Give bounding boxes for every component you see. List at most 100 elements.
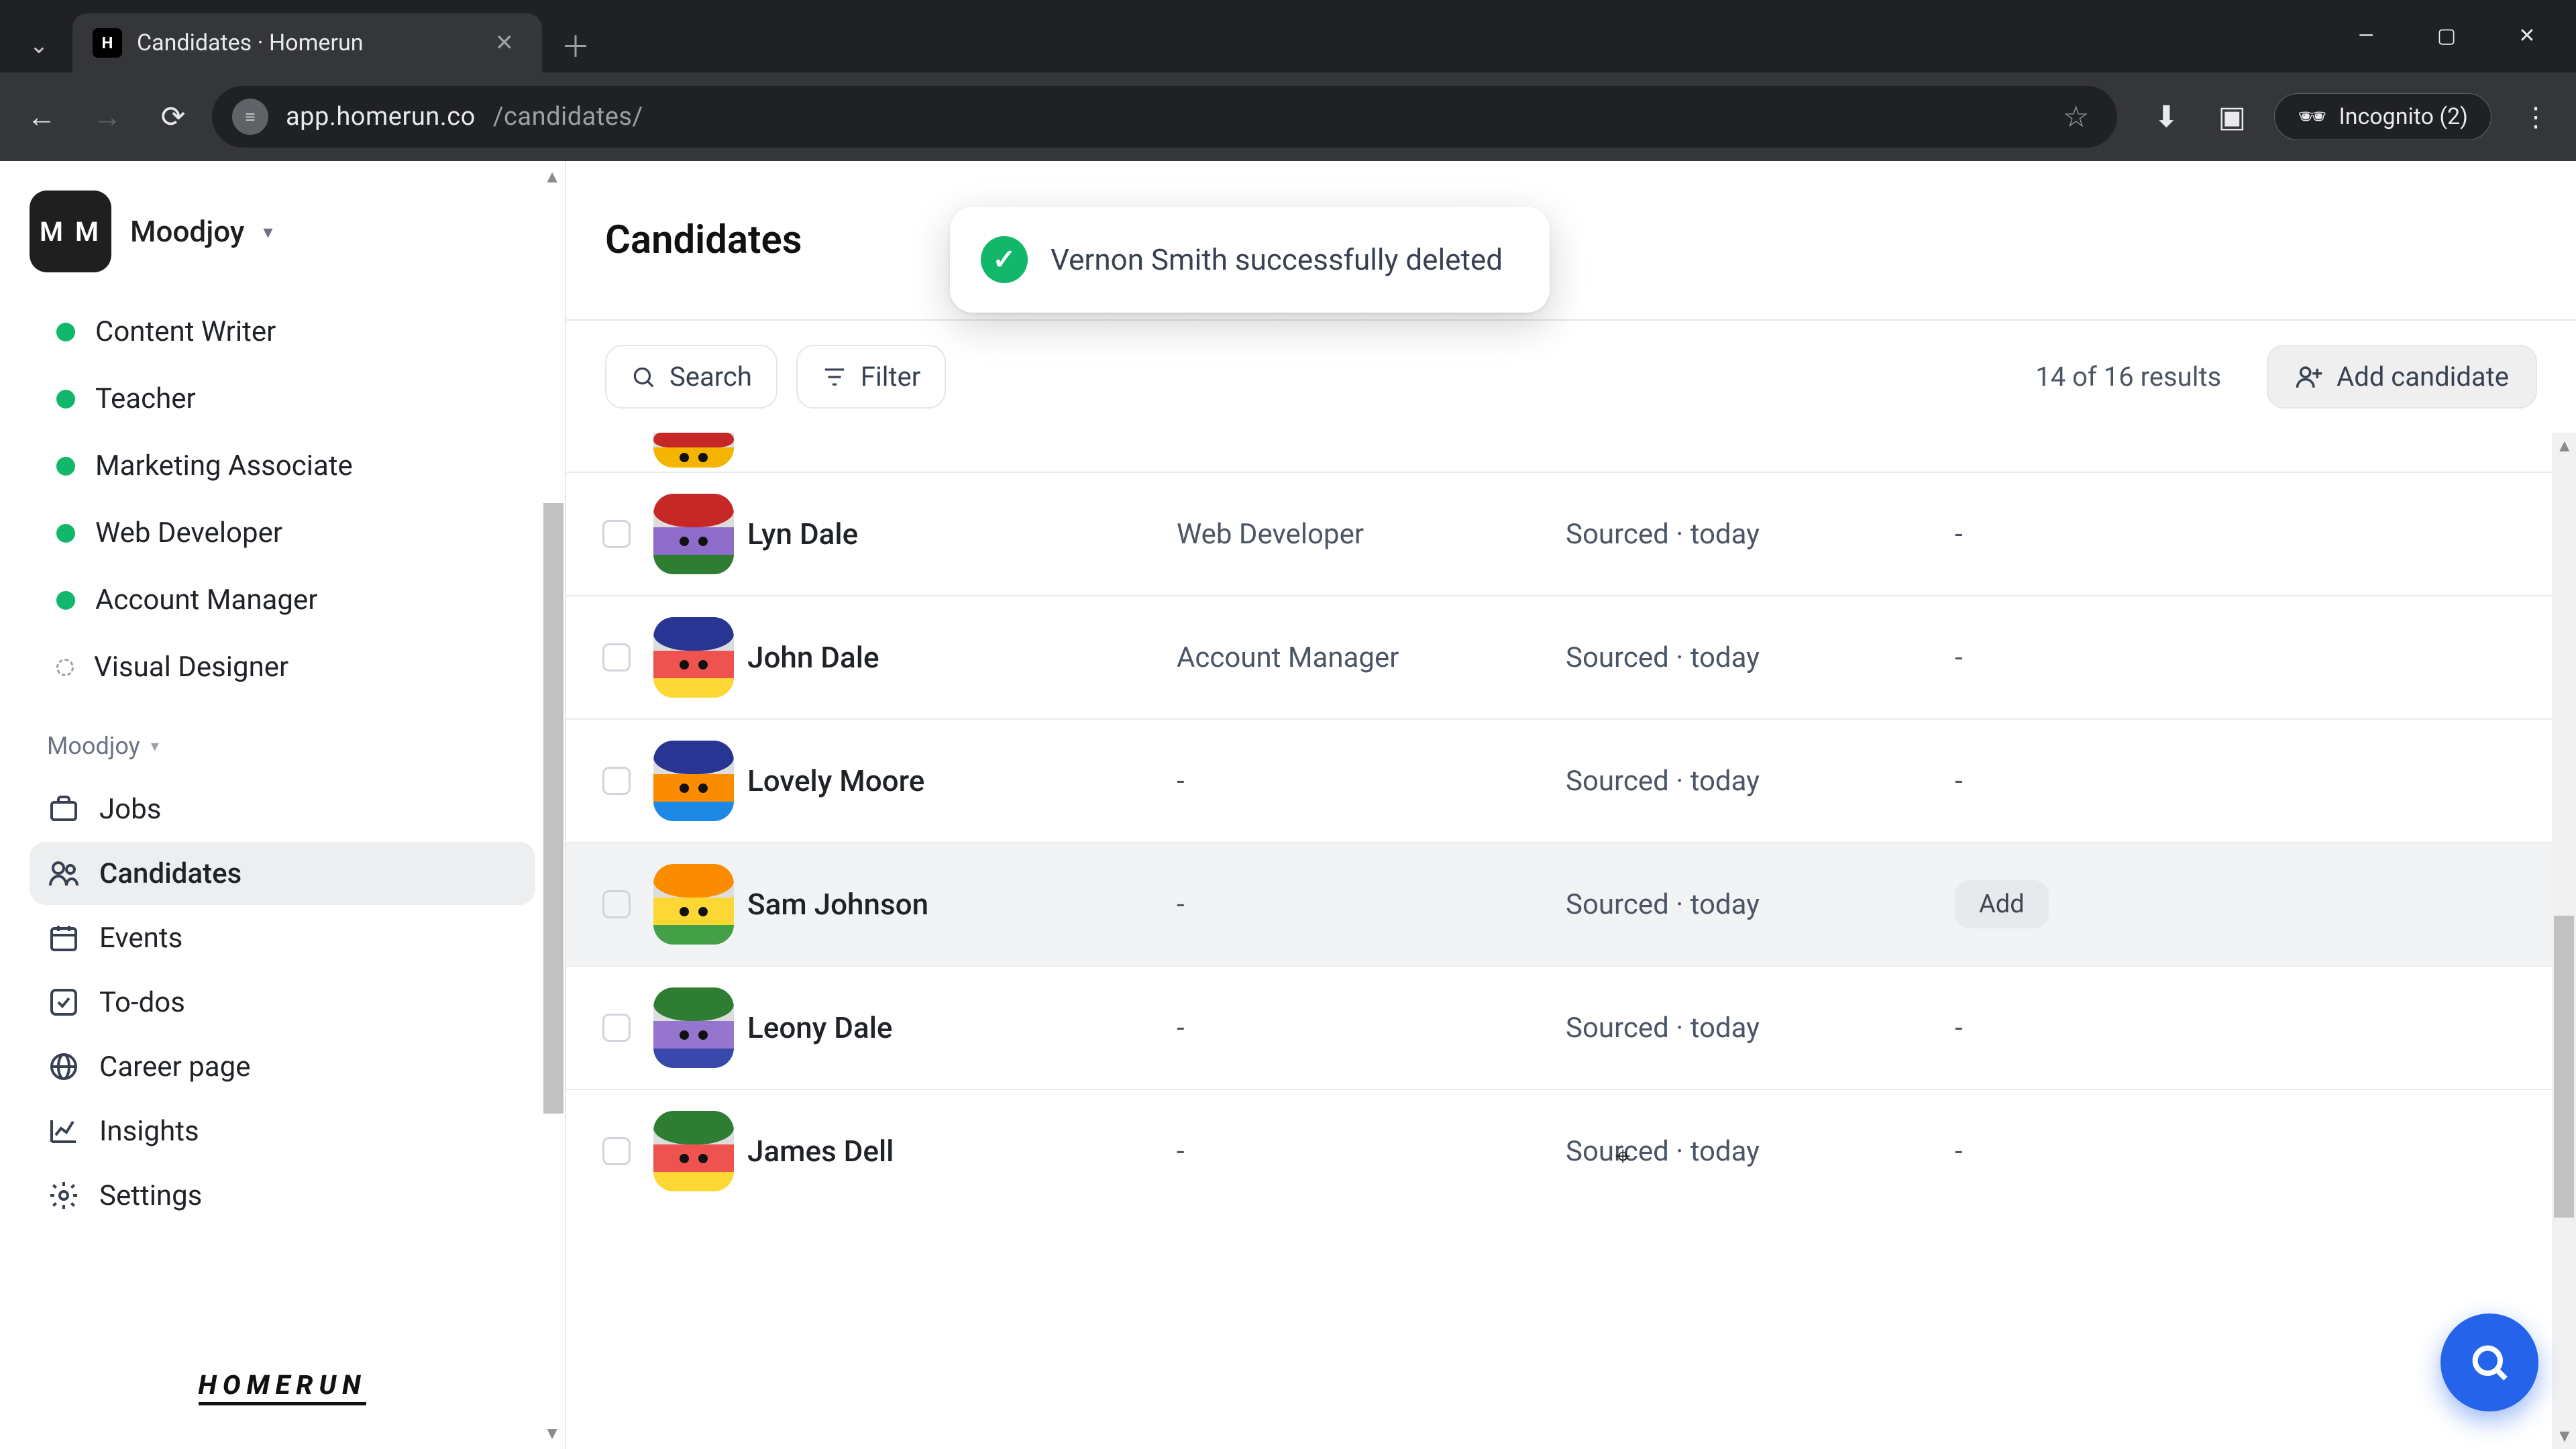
address-bar[interactable]: ≡ app.homerun.co/candidates/ ☆	[212, 86, 2117, 148]
bookmark-star-icon[interactable]: ☆	[2055, 99, 2097, 134]
browser-menu-button[interactable]: ⋮	[2510, 101, 2561, 133]
candidate-extra: Add	[1955, 880, 2537, 928]
candidate-row[interactable]: James Dell-Sourced · today-	[566, 1089, 2576, 1212]
job-filter-item[interactable]: Account Manager	[43, 568, 541, 633]
job-filter-item[interactable]: Marketing Associate	[43, 433, 541, 498]
candidate-stage: Sourced · today	[1566, 518, 1955, 551]
candidate-avatar	[653, 494, 734, 574]
candidate-role: -	[1177, 888, 1566, 921]
filter-button[interactable]: Filter	[796, 345, 946, 409]
candidate-row[interactable]: Lyn DaleWeb DeveloperSourced · today-	[566, 472, 2576, 595]
candidate-row[interactable]	[566, 433, 2576, 472]
nav-item-career-page[interactable]: Career page	[30, 1035, 535, 1098]
candidate-avatar	[653, 433, 734, 468]
sidebar-scrollbar-thumb[interactable]	[543, 503, 564, 1114]
line-chart-icon	[47, 1114, 80, 1148]
workspace-logo: M M	[30, 191, 111, 272]
table-scrollbar-track[interactable]: ▲ ▼	[2552, 433, 2576, 1449]
row-checkbox[interactable]	[602, 767, 631, 795]
forward-button[interactable]: →	[80, 90, 134, 144]
row-checkbox[interactable]	[602, 890, 631, 918]
tab-title: Candidates · Homerun	[137, 30, 472, 56]
candidate-name: Lovely Moore	[747, 763, 1177, 798]
workspace-switcher[interactable]: M M Moodjoy ▾	[0, 161, 565, 295]
user-plus-icon	[2295, 363, 2323, 391]
nav-item-settings[interactable]: Settings	[30, 1164, 535, 1227]
window-minimize-button[interactable]: —	[2329, 12, 2403, 59]
candidate-name: Sam Johnson	[747, 887, 1177, 922]
browser-chrome: ⌄ H Candidates · Homerun ✕ ＋ — ▢ ✕ ← → ⟳…	[0, 0, 2576, 161]
nav-item-to-dos[interactable]: To-dos	[30, 971, 535, 1034]
job-filter-item[interactable]: Visual Designer	[43, 635, 541, 700]
job-filter-item[interactable]: Teacher	[43, 366, 541, 431]
nav-item-label: Insights	[99, 1115, 199, 1148]
candidate-avatar	[653, 864, 734, 945]
browser-tab[interactable]: H Candidates · Homerun ✕	[72, 13, 542, 72]
window-maximize-button[interactable]: ▢	[2410, 12, 2483, 59]
toast-message: Vernon Smith successfully deleted	[1051, 242, 1503, 277]
candidate-extra: -	[1955, 765, 2537, 798]
candidate-row[interactable]: Leony Dale-Sourced · today-	[566, 965, 2576, 1089]
nav-item-label: Career page	[99, 1051, 251, 1083]
tab-search-dropdown[interactable]: ⌄	[5, 19, 72, 72]
window-close-button[interactable]: ✕	[2490, 12, 2564, 59]
main-pane: Candidates Search Filter 14 of 16 result…	[566, 161, 2576, 1449]
job-filter-label: Account Manager	[95, 584, 317, 616]
candidate-stage: Sourced · today	[1566, 1012, 1955, 1044]
candidate-name: John Dale	[747, 640, 1177, 675]
reload-button[interactable]: ⟳	[146, 90, 200, 144]
calendar-icon	[47, 921, 80, 955]
scrollbar-down-arrow[interactable]: ▼	[2556, 1426, 2573, 1446]
scrollbar-down-arrow[interactable]: ▼	[543, 1423, 561, 1444]
add-to-job-button[interactable]: Add	[1955, 880, 2049, 928]
job-filter-item[interactable]: Web Developer	[43, 500, 541, 566]
window-controls: — ▢ ✕	[2329, 0, 2576, 59]
site-info-icon[interactable]: ≡	[232, 99, 268, 135]
row-checkbox[interactable]	[602, 520, 631, 548]
search-button[interactable]: Search	[605, 345, 777, 409]
incognito-icon: 🕶	[2298, 103, 2326, 130]
candidate-row[interactable]: Lovely Moore-Sourced · today-	[566, 718, 2576, 842]
add-candidate-label: Add candidate	[2337, 361, 2509, 392]
job-filter-list: Content WriterTeacherMarketing Associate…	[0, 295, 565, 700]
nav-item-label: Candidates	[99, 857, 241, 890]
row-checkbox[interactable]	[602, 1137, 631, 1165]
sidebar-section-label: Moodjoy	[47, 732, 140, 760]
workspace-name: Moodjoy	[130, 214, 244, 249]
candidate-avatar	[653, 741, 734, 821]
candidate-row[interactable]: John DaleAccount ManagerSourced · today-	[566, 595, 2576, 718]
sidebar-section-toggle[interactable]: Moodjoy ▾	[0, 700, 565, 771]
job-filter-item[interactable]: Content Writer	[43, 299, 541, 364]
downloads-icon[interactable]: ⬇	[2143, 99, 2190, 134]
add-candidate-button[interactable]: Add candidate	[2267, 345, 2537, 409]
filter-label: Filter	[861, 361, 920, 392]
new-tab-button[interactable]: ＋	[542, 16, 609, 72]
row-checkbox[interactable]	[602, 1014, 631, 1042]
tab-favicon: H	[93, 28, 122, 58]
table-scrollbar-thumb[interactable]	[2554, 916, 2574, 1218]
nav-item-candidates[interactable]: Candidates	[30, 842, 535, 905]
filter-icon	[822, 364, 847, 390]
nav-item-jobs[interactable]: Jobs	[30, 777, 535, 841]
incognito-indicator[interactable]: 🕶 Incognito (2)	[2274, 93, 2491, 140]
scrollbar-up-arrow[interactable]: ▲	[2556, 435, 2573, 456]
status-dot-live-icon	[56, 457, 75, 476]
nav-item-events[interactable]: Events	[30, 906, 535, 969]
browser-toolbar: ← → ⟳ ≡ app.homerun.co/candidates/ ☆ ⬇ ▣…	[0, 72, 2576, 161]
search-icon	[2468, 1341, 2511, 1384]
row-checkbox[interactable]	[602, 643, 631, 672]
reader-icon[interactable]: ▣	[2208, 99, 2255, 134]
users-icon	[47, 857, 80, 890]
candidate-stage: Sourced · today	[1566, 765, 1955, 798]
nav-item-insights[interactable]: Insights	[30, 1099, 535, 1163]
back-button[interactable]: ←	[15, 90, 68, 144]
help-fab[interactable]	[2440, 1313, 2538, 1411]
chevron-down-icon: ▾	[263, 221, 272, 243]
candidate-extra: -	[1955, 641, 2537, 674]
candidate-row[interactable]: Sam Johnson-Sourced · todayAdd	[566, 842, 2576, 965]
scrollbar-up-arrow[interactable]: ▲	[543, 166, 561, 187]
candidate-stage: Sourced · today	[1566, 1135, 1955, 1168]
search-label: Search	[669, 361, 752, 392]
tab-close-button[interactable]: ✕	[487, 25, 523, 60]
candidate-role: Account Manager	[1177, 641, 1566, 674]
